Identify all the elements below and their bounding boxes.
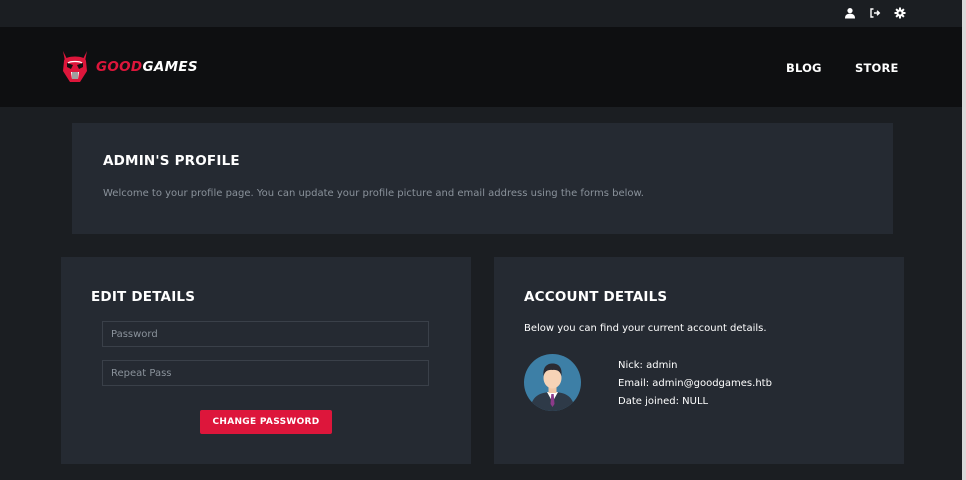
gear-icon[interactable] — [894, 7, 906, 19]
brand-logo[interactable]: GOODGAMES — [60, 49, 198, 85]
profile-title: ADMIN'S PROFILE — [103, 153, 240, 169]
brand-name: GOODGAMES — [96, 59, 198, 75]
main-navbar: GOODGAMES BLOG STORE — [0, 27, 966, 107]
logout-icon[interactable] — [869, 7, 881, 19]
nick-value: Nick: admin — [618, 360, 678, 371]
edit-details-title: EDIT DETAILS — [91, 289, 196, 305]
edit-details-panel: EDIT DETAILS CHANGE PASSWORD — [61, 257, 471, 464]
nav-store-link[interactable]: STORE — [855, 61, 899, 75]
change-password-button[interactable]: CHANGE PASSWORD — [200, 410, 332, 434]
avatar — [524, 354, 581, 411]
window-edge — [962, 0, 966, 480]
account-details-title: ACCOUNT DETAILS — [524, 289, 668, 305]
demon-mask-icon — [63, 51, 87, 82]
account-details-list: Nick: admin Email: admin@goodgames.htb D… — [618, 357, 772, 411]
profile-header-panel: ADMIN'S PROFILE Welcome to your profile … — [72, 123, 893, 234]
password-field[interactable] — [102, 321, 429, 347]
repeat-password-field[interactable] — [102, 360, 429, 386]
account-details-panel: ACCOUNT DETAILS Below you can find your … — [494, 257, 904, 464]
date-joined-value: Date joined: NULL — [618, 396, 709, 407]
account-intro-text: Below you can find your current account … — [524, 323, 767, 334]
user-icon[interactable] — [844, 7, 856, 19]
email-value: Email: admin@goodgames.htb — [618, 378, 772, 389]
profile-description: Welcome to your profile page. You can up… — [103, 188, 644, 199]
nav-blog-link[interactable]: BLOG — [786, 61, 822, 75]
top-utility-bar — [0, 0, 966, 27]
